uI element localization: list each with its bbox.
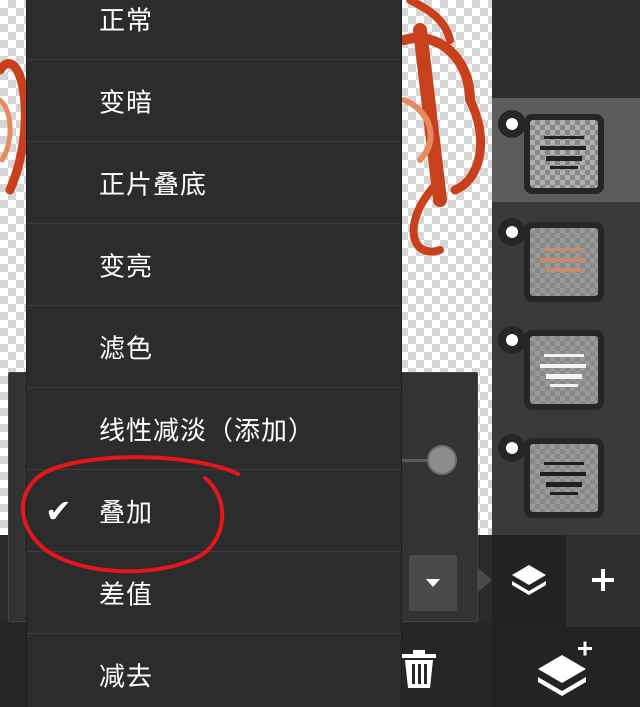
menu-item-label: 正常	[99, 6, 154, 36]
opacity-slider-knob[interactable]	[427, 445, 457, 475]
sidebar-toolbar	[492, 535, 640, 627]
blend-mode-dropdown-button[interactable]	[409, 555, 457, 611]
menu-item-label: 减去	[99, 662, 154, 692]
dropdown-pointer	[478, 568, 492, 592]
layer-thumbnail	[530, 120, 598, 188]
layer-thumbnail	[530, 336, 598, 404]
menu-item-label: 变亮	[99, 252, 154, 282]
layer-item[interactable]	[492, 206, 640, 310]
sidebar-header	[492, 0, 640, 98]
layer-visibility-toggle[interactable]	[498, 434, 526, 462]
layer-visibility-toggle[interactable]	[498, 110, 526, 138]
menu-item-screen[interactable]: 滤色	[27, 306, 401, 388]
checkmark-icon: ✔	[45, 491, 72, 530]
caret-down-icon	[426, 579, 440, 587]
menu-item-label: 正片叠底	[99, 170, 208, 200]
menu-item-multiply[interactable]: 正片叠底	[27, 142, 401, 224]
menu-item-label: 滤色	[99, 334, 154, 364]
blend-mode-menu: 正常 变暗 正片叠底 变亮 滤色 线性减淡（添加） ✔ 叠加 差值 减去	[26, 0, 402, 707]
layer-item[interactable]	[492, 422, 640, 526]
add-button[interactable]	[566, 535, 640, 627]
menu-item-label: 差值	[99, 580, 154, 610]
layers-stack-icon	[512, 565, 546, 595]
layer-visibility-toggle[interactable]	[498, 218, 526, 246]
layer-thumbnail	[530, 228, 598, 296]
layer-item[interactable]	[492, 98, 640, 202]
layer-thumbnail	[530, 444, 598, 512]
menu-item-label: 叠加	[99, 498, 154, 528]
add-layer-icon	[538, 641, 592, 696]
menu-item-label: 变暗	[99, 88, 154, 118]
menu-item-normal[interactable]: 正常	[27, 0, 401, 60]
add-layer-button[interactable]	[492, 627, 640, 707]
menu-item-linear-dodge[interactable]: 线性减淡（添加）	[27, 388, 401, 470]
menu-item-subtract[interactable]: 减去	[27, 634, 401, 707]
layers-button[interactable]	[492, 535, 566, 627]
menu-item-overlay[interactable]: ✔ 叠加	[27, 470, 401, 552]
layers-sidebar	[492, 0, 640, 707]
layer-visibility-toggle[interactable]	[498, 326, 526, 354]
menu-item-darken[interactable]: 变暗	[27, 60, 401, 142]
layer-item[interactable]	[492, 314, 640, 418]
menu-item-lighten[interactable]: 变亮	[27, 224, 401, 306]
menu-item-difference[interactable]: 差值	[27, 552, 401, 634]
trash-icon[interactable]	[402, 650, 436, 688]
menu-item-label: 线性减淡（添加）	[99, 416, 316, 446]
